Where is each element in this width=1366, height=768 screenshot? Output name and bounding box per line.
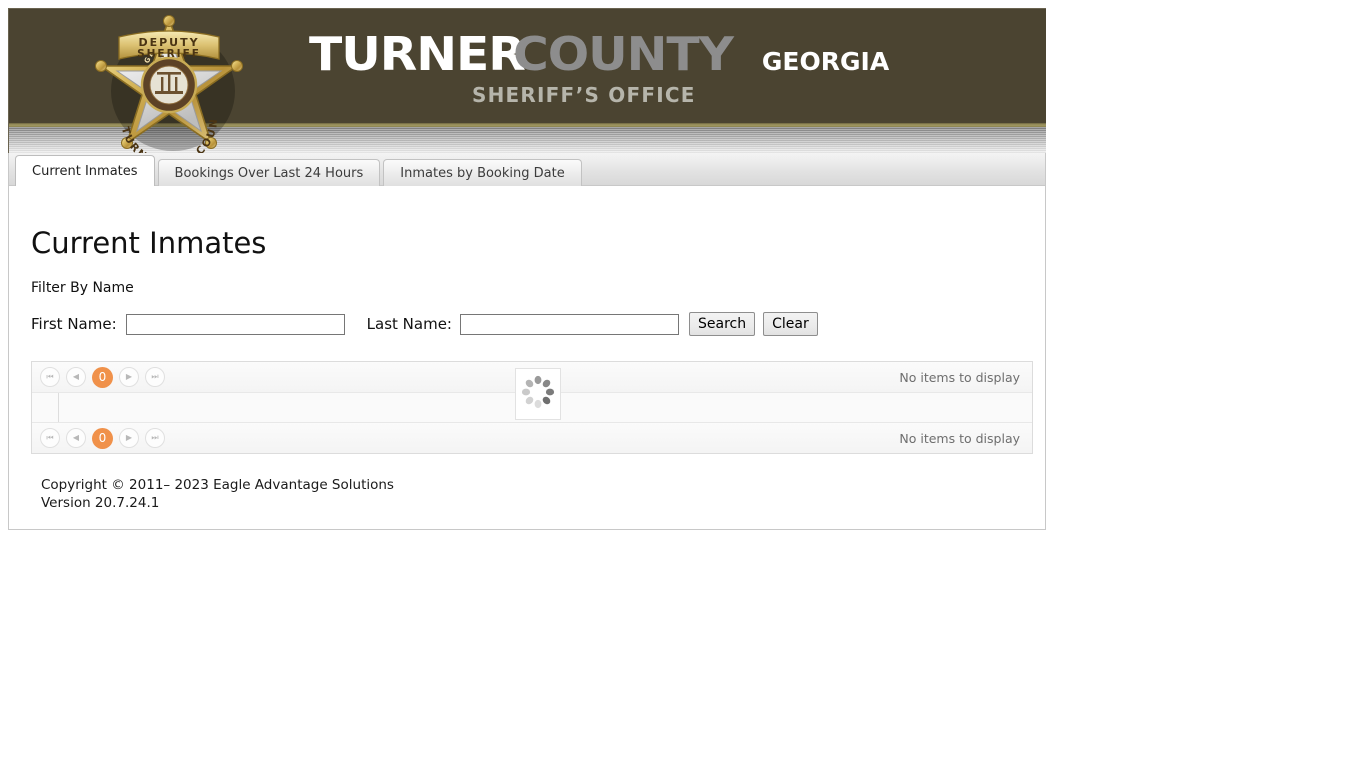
wordmark-turner: TURNER	[309, 27, 526, 81]
grid-column-spacer	[32, 393, 59, 422]
wordmark-county: COUNTY	[512, 27, 734, 81]
banner-subtitle: SHERIFF’S OFFICE	[472, 83, 696, 107]
first-page-icon[interactable]: ⏮	[40, 367, 60, 387]
first-page-icon[interactable]: ⏮	[40, 428, 60, 448]
last-page-icon[interactable]: ⏭	[145, 367, 165, 387]
page-container: GEORGIA DEPUTY SHERIFF TURNER GA. COUNTY…	[8, 8, 1046, 530]
tab-bookings-over-last-24-hours[interactable]: Bookings Over Last 24 Hours	[157, 159, 381, 186]
filter-form: First Name: Last Name: Search Clear	[31, 312, 1023, 336]
previous-page-icon[interactable]: ◀	[66, 428, 86, 448]
loading-spinner-icon	[515, 368, 561, 420]
footer-version: Version 20.7.24.1	[41, 495, 160, 511]
page-number-button[interactable]: 0	[92, 366, 113, 388]
last-page-icon[interactable]: ⏭	[145, 428, 165, 448]
footer: Copyright © 2011– 2023 Eagle Advantage S…	[31, 454, 1023, 512]
svg-text:SHERIFF: SHERIFF	[137, 48, 201, 60]
next-page-icon[interactable]: ▶	[119, 367, 139, 387]
next-page-icon[interactable]: ▶	[119, 428, 139, 448]
previous-page-icon[interactable]: ◀	[66, 367, 86, 387]
inmates-grid: ⏮ ◀ 0 ▶ ⏭ No items to display ⏮ ◀ 0 ▶ ⏭ …	[31, 361, 1033, 454]
search-button[interactable]: Search	[688, 312, 756, 336]
banner-wordmark: TURNER COUNTY GEORGIA	[309, 31, 889, 79]
footer-copyright: Copyright © 2011– 2023 Eagle Advantage S…	[41, 477, 394, 493]
tab-current-inmates[interactable]: Current Inmates	[15, 155, 155, 186]
site-banner: GEORGIA DEPUTY SHERIFF TURNER GA. COUNTY…	[8, 8, 1046, 153]
grid-status-top: No items to display	[899, 369, 1020, 385]
tab-inmates-by-booking-date[interactable]: Inmates by Booking Date	[383, 159, 582, 186]
filter-by-name-label: Filter By Name	[31, 280, 134, 296]
page-title: Current Inmates	[31, 226, 267, 260]
last-name-label: Last Name:	[366, 315, 452, 333]
last-name-input[interactable]	[459, 313, 679, 335]
clear-button[interactable]: Clear	[763, 312, 818, 336]
grid-pager-bottom: ⏮ ◀ 0 ▶ ⏭ No items to display	[32, 422, 1032, 453]
content-panel: Current Inmates Filter By Name First Nam…	[8, 186, 1046, 530]
tab-bar: Current Inmates Bookings Over Last 24 Ho…	[8, 153, 1046, 186]
page-number-button[interactable]: 0	[92, 427, 113, 449]
sheriff-badge-icon: GEORGIA DEPUTY SHERIFF TURNER GA. COUNTY	[85, 13, 253, 153]
first-name-input[interactable]	[125, 313, 345, 335]
grid-status-bottom: No items to display	[899, 430, 1020, 446]
wordmark-georgia: GEORGIA	[761, 47, 890, 76]
first-name-label: First Name:	[31, 315, 117, 333]
